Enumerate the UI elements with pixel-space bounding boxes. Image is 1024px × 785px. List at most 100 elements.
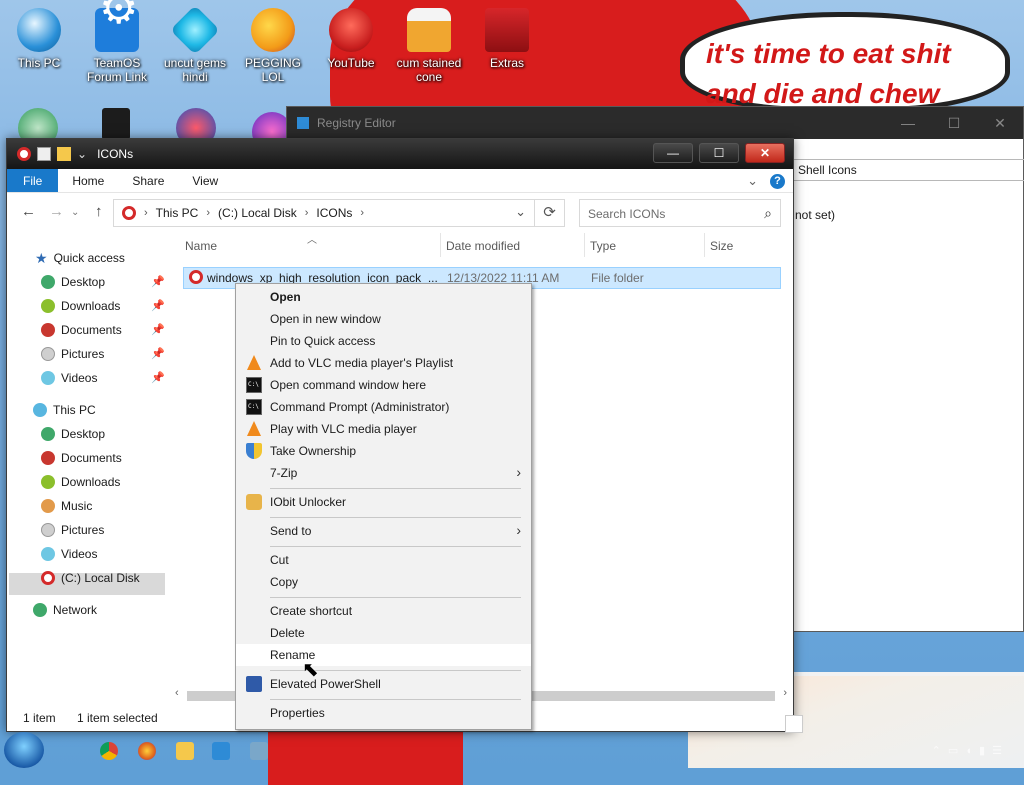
close-button[interactable]: ✕ [745,143,785,163]
sidebar-item-pictures[interactable]: Pictures [41,343,104,365]
pin-icon[interactable]: 📌 [151,347,165,360]
breadcrumb-separator[interactable]: › [206,207,210,219]
sidebar-item-pc-music[interactable]: Music [41,495,92,517]
menu-item-send-to[interactable]: Send to › [236,520,531,542]
breadcrumb-icons-folder[interactable]: ICONs [316,206,352,220]
menu-item-elevated-powershell[interactable]: Elevated PowerShell [236,673,531,695]
column-divider[interactable] [704,233,705,257]
sidebar-item-documents[interactable]: Documents [41,319,122,341]
menu-item-delete[interactable]: Delete [236,622,531,644]
sidebar-item-videos[interactable]: Videos [41,367,97,389]
maximize-button[interactable]: ☐ [931,107,977,139]
desktop-icon-partial[interactable] [102,108,130,140]
menu-item-take-ownership[interactable]: Take Ownership [236,440,531,462]
expand-ribbon-icon[interactable]: ⌄ [747,173,758,189]
large-icons-view-icon[interactable] [785,715,803,733]
disk-icon[interactable] [17,147,31,161]
sidebar-item-label: (C:) Local Disk [61,571,140,585]
column-header-date[interactable]: Date modified [446,239,520,253]
menu-item-rename[interactable]: Rename [236,644,531,666]
sidebar-item-local-disk[interactable]: (C:) Local Disk [41,567,140,589]
pin-icon[interactable]: 📌 [151,371,165,384]
menu-item-command-prompt-admin[interactable]: Command Prompt (Administrator) [236,396,531,418]
sidebar-item-quick-access[interactable]: ★ Quick access [35,247,125,269]
menu-item-open[interactable]: Open [236,286,531,308]
desktop-icon-uncut-gems[interactable]: uncut gems hindi [155,0,235,84]
minimize-button[interactable]: — [653,143,693,163]
explorer-titlebar[interactable]: ⌄ ICONs — ☐ ✕ [7,139,793,169]
back-arrow-icon[interactable]: ← [21,203,36,220]
pin-icon[interactable]: 📌 [151,323,165,336]
menu-item-open-command-window[interactable]: Open command window here [236,374,531,396]
tab-home[interactable]: Home [58,169,118,192]
pin-icon[interactable]: 📌 [151,299,165,312]
column-divider[interactable] [584,233,585,257]
pin-icon[interactable]: 📌 [151,275,165,288]
system-tray[interactable]: ⌃ ▭ ◖ ▮ ☰ [932,744,1004,757]
desktop-icon-label: This PC [17,56,61,70]
forward-arrow-icon[interactable]: → [49,203,64,220]
help-icon[interactable]: ? [770,173,785,189]
up-arrow-icon[interactable]: ↑ [95,203,103,220]
app-icon[interactable] [250,742,268,760]
sidebar-item-this-pc[interactable]: This PC [33,399,96,421]
properties-icon[interactable] [37,147,51,161]
chevron-down-icon[interactable]: ⌄ [77,147,87,161]
breadcrumb-separator[interactable]: › [305,207,309,219]
desktop-icon-cone[interactable]: cum stained cone [389,0,469,84]
search-icon[interactable]: ⌕ [764,205,772,222]
scroll-right-icon[interactable]: › [783,687,787,699]
file-explorer-icon[interactable] [176,742,194,760]
tab-file[interactable]: File [7,169,59,192]
desktop-icon-pegging[interactable]: PEGGING LOL [233,0,313,84]
menu-item-vlc-playlist[interactable]: Add to VLC media player's Playlist [236,352,531,374]
sidebar-item-pc-videos[interactable]: Videos [41,543,97,565]
start-button[interactable] [4,732,44,768]
sidebar-item-downloads[interactable]: Downloads [41,295,120,317]
scroll-left-icon[interactable]: ‹ [175,687,179,699]
desktop-icon-extras[interactable]: Extras [467,0,547,70]
new-folder-icon[interactable] [57,147,71,161]
search-input[interactable]: Search ICONs ⌕ [579,199,781,227]
sidebar-item-pc-desktop[interactable]: Desktop [41,423,105,445]
column-header-name[interactable]: Name [185,239,217,253]
menu-item-label: Add to VLC media player's Playlist [270,356,454,370]
sidebar-item-pc-documents[interactable]: Documents [41,447,122,469]
menu-item-create-shortcut[interactable]: Create shortcut [236,600,531,622]
address-dropdown-icon[interactable]: ⌄ [515,204,526,220]
close-button[interactable]: ✕ [977,107,1023,139]
chrome-icon[interactable] [100,742,118,760]
menu-item-7zip[interactable]: 7-Zip › [236,462,531,484]
tab-view[interactable]: View [178,169,232,192]
column-header-type[interactable]: Type [590,239,616,253]
desktop-icon-teamos[interactable]: TeamOS Forum Link [77,0,157,84]
menu-item-cut[interactable]: Cut [236,549,531,571]
menu-item-pin-quick-access[interactable]: Pin to Quick access [236,330,531,352]
breadcrumb-this-pc[interactable]: This PC [156,206,199,220]
sidebar-item-pc-downloads[interactable]: Downloads [41,471,120,493]
sidebar-item-network[interactable]: Network [33,599,97,621]
registry-editor-icon[interactable] [212,742,230,760]
menu-item-play-vlc[interactable]: Play with VLC media player [236,418,531,440]
menu-item-copy[interactable]: Copy [236,571,531,593]
menu-item-iobit-unlocker[interactable]: IObit Unlocker [236,491,531,513]
desktop-icon-this-pc[interactable]: This PC [0,0,79,70]
address-bar[interactable]: › This PC › (C:) Local Disk › ICONs › ⌄ [113,199,535,227]
refresh-button[interactable]: ⟳ [535,199,565,227]
column-header-size[interactable]: Size [710,239,733,253]
menu-item-open-new-window[interactable]: Open in new window [236,308,531,330]
tab-share[interactable]: Share [118,169,178,192]
sidebar-item-desktop[interactable]: Desktop [41,271,105,293]
breadcrumb-separator[interactable]: › [360,207,364,219]
recent-locations-chevron-icon[interactable]: ⌄ [71,207,79,218]
registry-address-bar[interactable]: Shell Icons [793,159,1024,181]
minimize-button[interactable]: — [885,107,931,139]
firefox-icon[interactable] [138,742,156,760]
sidebar-item-pc-pictures[interactable]: Pictures [41,519,104,541]
videos-folder-icon [41,371,55,385]
menu-item-properties[interactable]: Properties [236,702,531,724]
column-divider[interactable] [440,233,441,257]
breadcrumb-local-disk[interactable]: (C:) Local Disk [218,206,297,220]
maximize-button[interactable]: ☐ [699,143,739,163]
desktop-icon-youtube[interactable]: YouTube [311,0,391,70]
